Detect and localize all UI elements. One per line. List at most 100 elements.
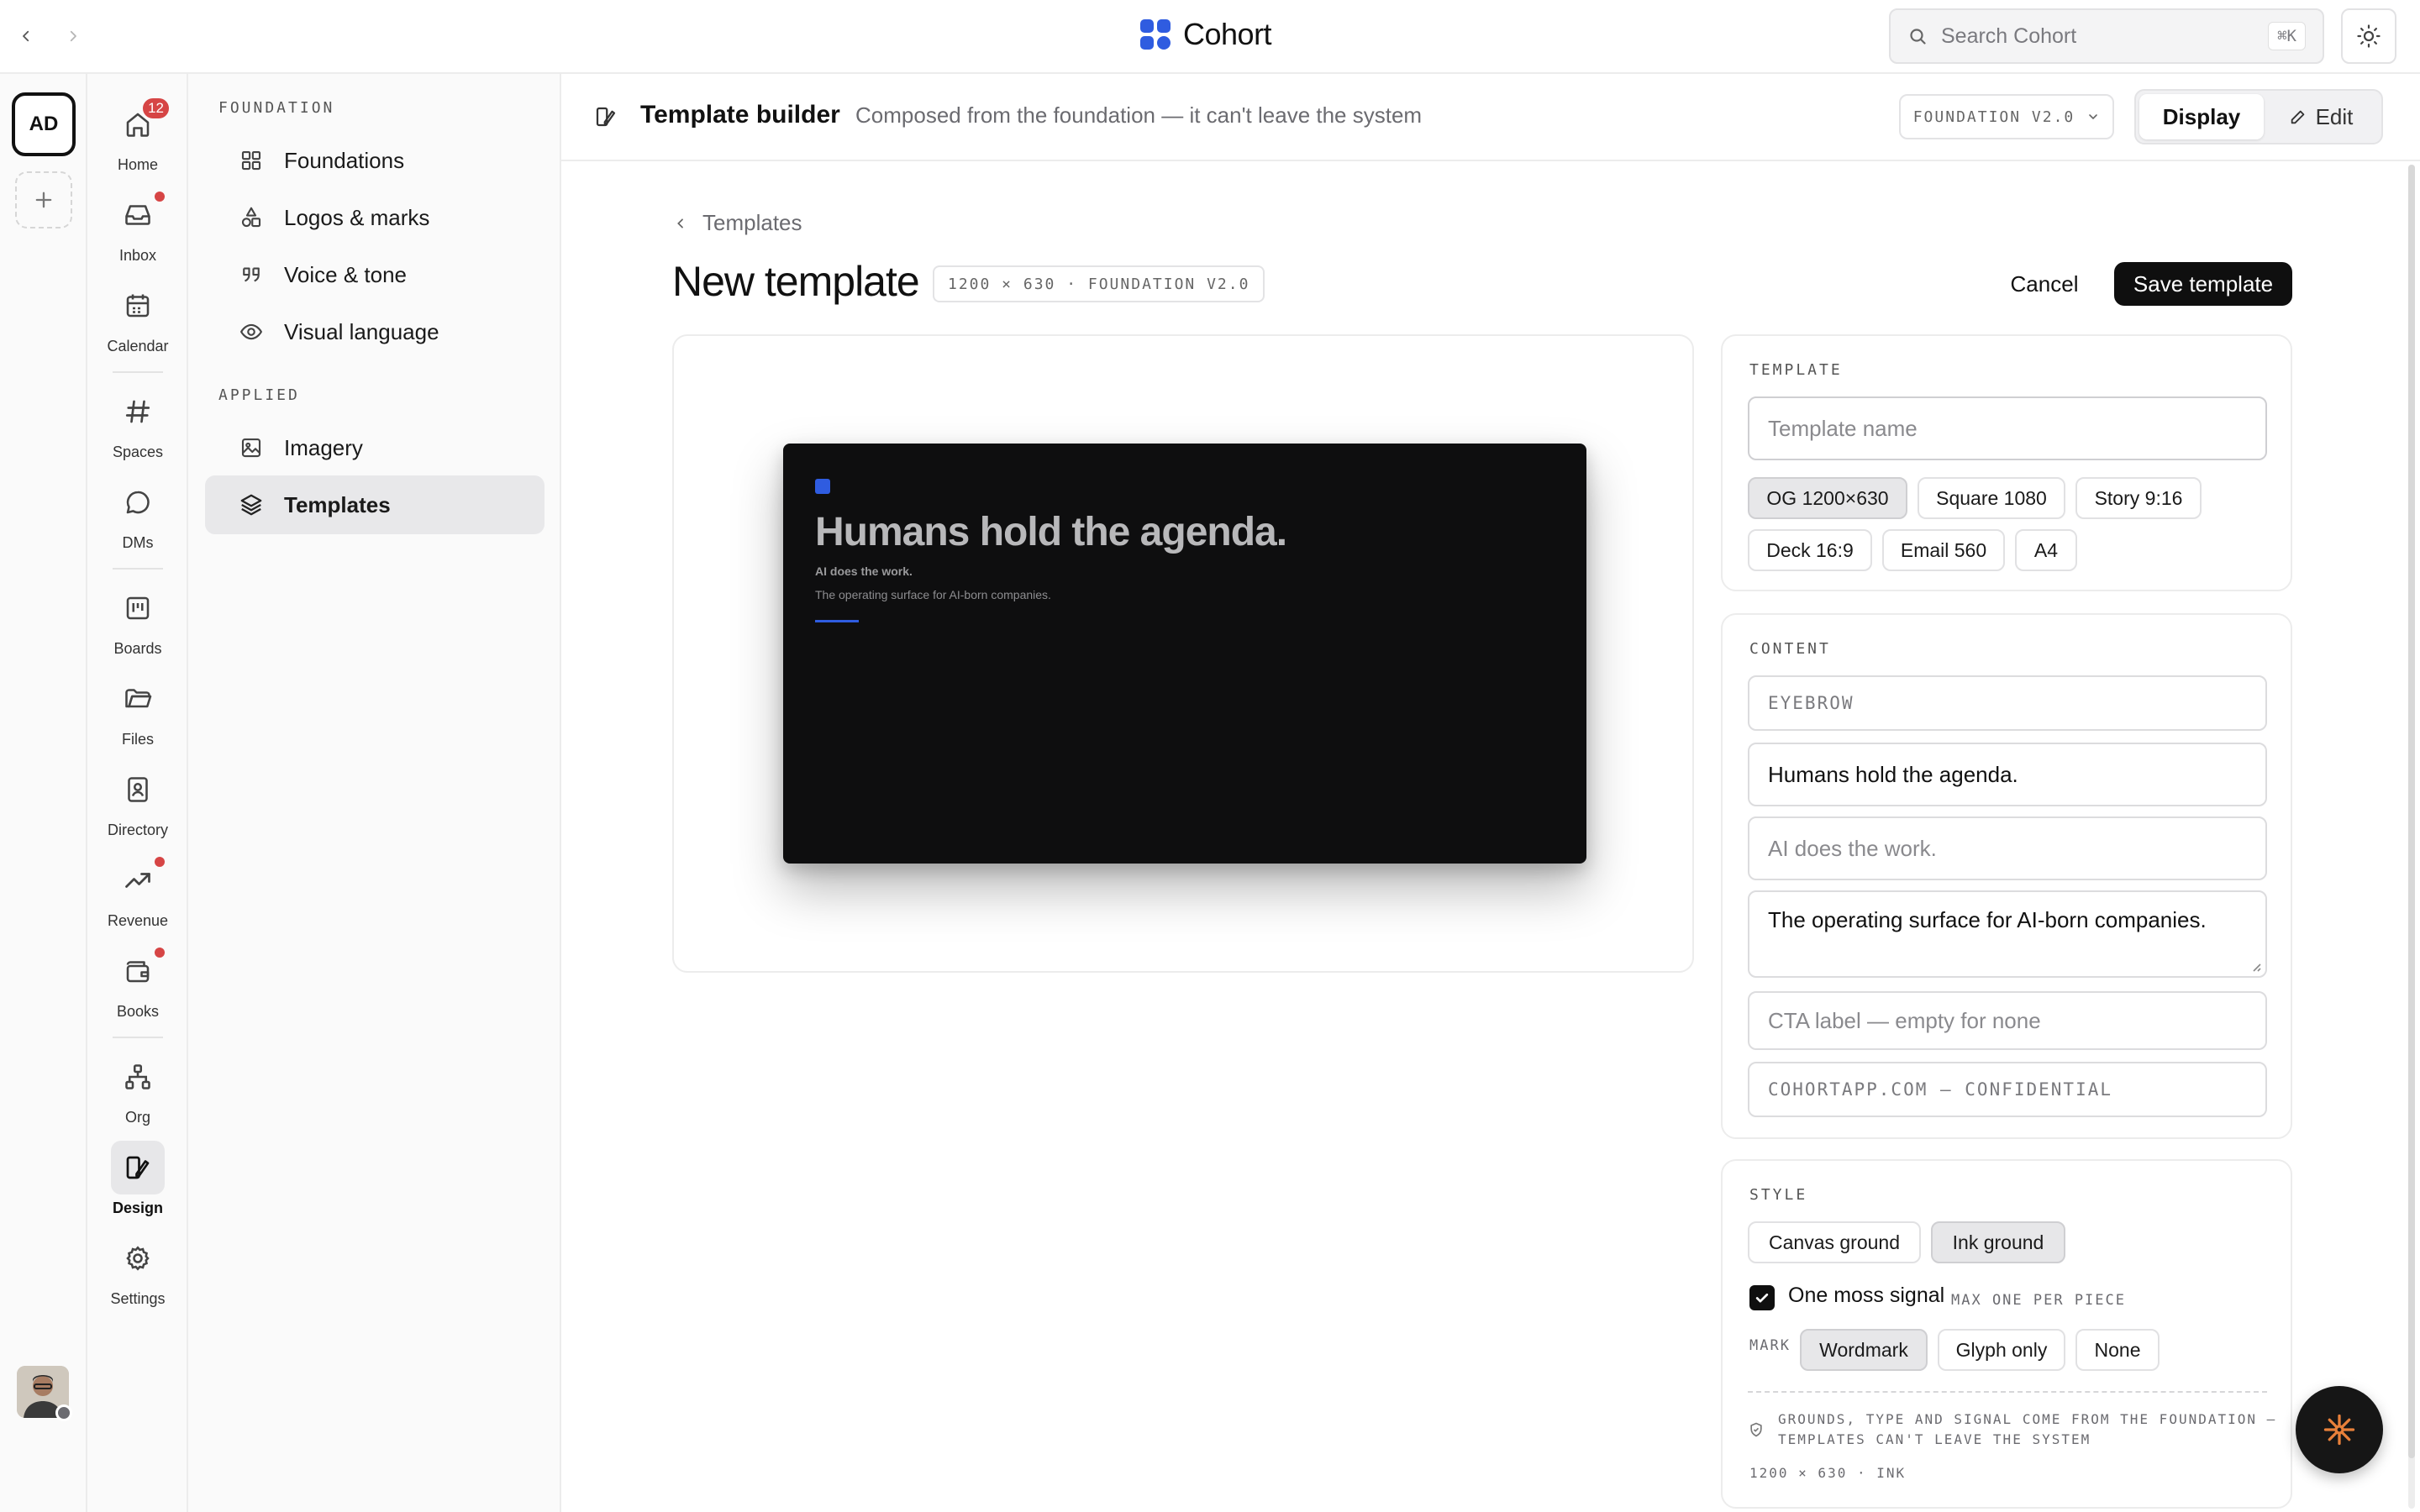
style-spec: 1200 × 630 · INK [1749,1465,1907,1481]
rail-item-calendar[interactable]: Calendar [87,279,188,355]
scrollbar-thumb[interactable] [2408,165,2415,1458]
add-workspace-button[interactable] [15,171,72,228]
rail-item-files[interactable]: Files [87,672,188,748]
format-chip-email[interactable]: Email 560 [1882,529,2005,571]
trend-icon-wrap [111,853,165,907]
design-icon [123,1152,153,1183]
cancel-button[interactable]: Cancel [1998,262,2091,306]
rail-label-directory: Directory [107,822,168,838]
mark-chip-glyph[interactable]: Glyph only [1938,1329,2065,1371]
home-icon-wrap: 12 [111,96,171,151]
calendar-icon [123,291,153,321]
sidebar-item-templates[interactable]: Templates [205,475,544,534]
template-panel-heading: TEMPLATE [1749,361,1843,379]
signal-label: One moss signal [1788,1284,1945,1307]
ground-chip-ink[interactable]: Ink ground [1931,1221,2065,1263]
template-preview[interactable]: Humans hold the agenda. AI does the work… [783,444,1586,864]
signal-checkbox[interactable] [1749,1285,1775,1310]
sidebar-item-voice[interactable]: Voice & tone [205,245,544,304]
rail-divider [113,568,163,570]
save-template-button[interactable]: Save template [2114,262,2292,306]
eye-icon [239,319,264,344]
assistant-button[interactable] [2296,1386,2383,1473]
foundation-heading: FOUNDATION [218,99,335,117]
sidebar-item-foundations[interactable]: Foundations [205,131,544,190]
search-shortcut: ⌘K [2268,22,2306,50]
workspace-rail: AD [0,74,87,1512]
mark-chip-wordmark[interactable]: Wordmark [1800,1329,1928,1371]
rail-item-home[interactable]: 12 Home [87,96,188,174]
theme-toggle-button[interactable] [2341,8,2396,64]
inbox-unread-dot [155,192,165,202]
sidebar-item-visual-language[interactable]: Visual language [205,302,544,361]
rail-item-org[interactable]: Org [87,1050,188,1126]
sidebar-item-label: Foundations [284,147,405,173]
brand[interactable]: Cohort [1139,17,1272,52]
rail-item-inbox[interactable]: Inbox [87,188,188,265]
sidebar-item-logos[interactable]: Logos & marks [205,188,544,247]
org-icon [123,1062,153,1092]
home-badge: 12 [140,96,171,121]
rail-item-directory[interactable]: Directory [87,763,188,839]
cta-label-input[interactable]: CTA label — empty for none [1748,991,2267,1050]
sun-icon [2356,24,2381,49]
rail-label-inbox: Inbox [118,247,157,264]
sidebar-item-label: Templates [284,491,391,517]
contact-icon [123,774,153,805]
rail-label-calendar: Calendar [107,338,169,354]
hash-icon-wrap [111,385,165,438]
signal-note: MAX ONE PER PIECE [1951,1292,2126,1309]
format-chip-a4[interactable]: A4 [2015,529,2077,571]
ground-chip-canvas[interactable]: Canvas ground [1748,1221,1921,1263]
footer-input[interactable]: COHORTAPP.COM — CONFIDENTIAL [1748,1062,2267,1117]
page-header: Template builder Composed from the found… [561,74,2420,161]
back-button[interactable] [12,22,40,50]
rail-item-books[interactable]: Books [87,944,188,1021]
format-chip-story[interactable]: Story 9:16 [2075,477,2202,519]
eyebrow-input[interactable]: EYEBROW [1748,675,2267,731]
rail-label-design: Design [112,1200,163,1216]
style-divider [1748,1391,2267,1393]
breadcrumb[interactable]: Templates [674,210,802,236]
org-icon-wrap [111,1050,165,1104]
headline-input[interactable]: Humans hold the agenda. [1748,743,2267,806]
chat-icon-wrap [111,475,165,529]
rail-item-boards[interactable]: Boards [87,581,188,658]
wallet-icon [123,956,153,986]
preview-card: Humans hold the agenda. AI does the work… [672,334,1694,973]
body-textarea[interactable]: The operating surface for AI-born compan… [1748,890,2267,978]
shield-icon [1748,1421,1765,1438]
format-chip-square[interactable]: Square 1080 [1918,477,2065,519]
glyph-mark [815,479,830,494]
style-panel: STYLE Canvas ground Ink ground One moss … [1721,1159,2292,1509]
edit-mode-label: Edit [2315,103,2354,129]
board-icon-wrap [111,581,165,635]
mark-chip-none[interactable]: None [2075,1329,2160,1371]
display-mode-button[interactable]: Display [2139,94,2264,139]
rail-item-dms[interactable]: DMs [87,475,188,552]
rail-item-design[interactable]: Design [87,1141,188,1217]
rail-item-revenue[interactable]: Revenue [87,853,188,930]
contact-icon-wrap [111,763,165,816]
section-sidebar: FOUNDATION Foundations Logos & marks Voi… [188,74,561,1512]
format-chip-deck[interactable]: Deck 16:9 [1748,529,1872,571]
design-icon-wrap [111,1141,165,1194]
template-name-input[interactable]: Template name [1748,396,2267,460]
format-chip-og[interactable]: OG 1200×630 [1748,477,1907,519]
subhead-input[interactable]: AI does the work. [1748,816,2267,880]
workspace-avatar[interactable]: AD [12,92,76,156]
rail-label-boards: Boards [113,640,162,657]
search-input[interactable]: Search Cohort ⌘K [1889,8,2324,64]
rail-item-spaces[interactable]: Spaces [87,385,188,461]
preview-subhead: AI does the work. [815,564,913,578]
dimension-chip: 1200 × 630 · FOUNDATION V2.0 [933,265,1265,302]
resize-handle-icon[interactable] [2249,959,2262,973]
sidebar-item-imagery[interactable]: Imagery [205,418,544,477]
version-label: FOUNDATION V2.0 [1912,108,2075,126]
rail-item-settings[interactable]: Settings [87,1231,188,1308]
forward-button[interactable] [59,22,87,50]
rail-divider [113,371,163,373]
version-select[interactable]: FOUNDATION V2.0 [1899,94,2114,139]
edit-mode-button[interactable]: Edit [2264,94,2378,139]
brand-name: Cohort [1183,17,1272,51]
